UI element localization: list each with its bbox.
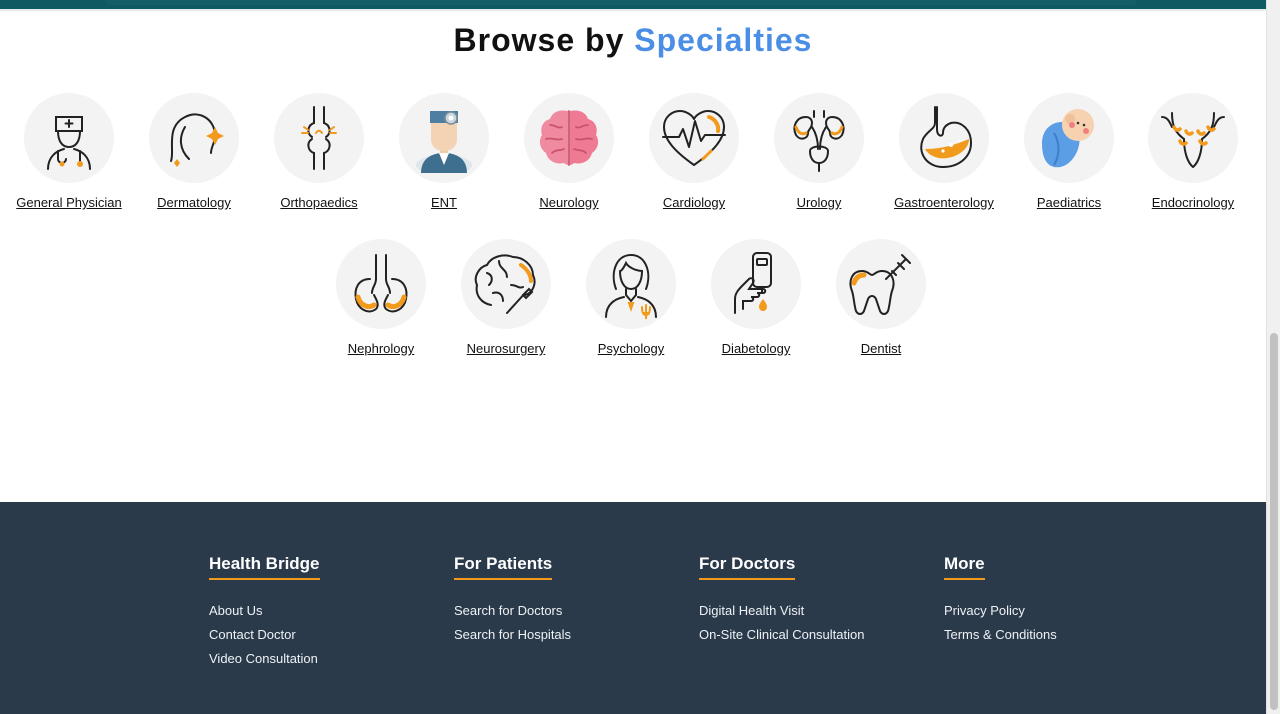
heartbeat-icon — [649, 93, 739, 183]
footer-column-health-bridge: Health Bridge About Us Contact Doctor Vi… — [209, 554, 320, 674]
footer-link-video-consultation[interactable]: Video Consultation — [209, 651, 318, 666]
footer-link-search-doctors[interactable]: Search for Doctors — [454, 603, 562, 618]
footer-link-search-hospitals[interactable]: Search for Hospitals — [454, 627, 571, 642]
footer-column-for-doctors: For Doctors Digital Health Visit On-Site… — [699, 554, 864, 650]
page-scrollbar[interactable] — [1266, 0, 1280, 714]
skin-face-icon — [149, 93, 239, 183]
top-navbar — [0, 0, 1266, 11]
brain-icon — [524, 93, 614, 183]
specialty-endocrinology[interactable]: Endocrinology — [1118, 93, 1268, 210]
stomach-icon — [899, 93, 989, 183]
specialty-dentist[interactable]: Dentist — [806, 239, 956, 356]
footer-column-for-patients: For Patients Search for Doctors Search f… — [454, 554, 571, 650]
footer-column-more: More Privacy Policy Terms & Conditions — [944, 554, 1057, 650]
specialty-label: Endocrinology — [1151, 195, 1235, 210]
footer-link-digital-health-visit[interactable]: Digital Health Visit — [699, 603, 804, 618]
footer-heading: Health Bridge — [209, 554, 320, 580]
psychologist-icon — [586, 239, 676, 329]
doctor-icon — [24, 93, 114, 183]
kidneys-icon — [336, 239, 426, 329]
footer-heading: For Patients — [454, 554, 553, 580]
bone-joint-icon — [274, 93, 364, 183]
scrollbar-thumb[interactable] — [1270, 333, 1278, 710]
section-title-prefix: Browse by — [453, 22, 625, 58]
kidney-bladder-icon — [774, 93, 864, 183]
thyroid-icon — [1148, 93, 1238, 183]
section-title-accent: Specialties — [634, 22, 813, 58]
footer-link-contact-doctor[interactable]: Contact Doctor — [209, 627, 296, 642]
baby-icon — [1024, 93, 1114, 183]
section-title: Browse by Specialties — [0, 22, 1266, 59]
site-footer: Health Bridge About Us Contact Doctor Vi… — [0, 502, 1266, 714]
specialty-label: Dentist — [860, 341, 902, 356]
footer-link-about-us[interactable]: About Us — [209, 603, 262, 618]
ent-doctor-icon — [399, 93, 489, 183]
glucometer-icon — [711, 239, 801, 329]
top-navbar-search-pill[interactable] — [105, 0, 1137, 5]
footer-heading: For Doctors — [699, 554, 796, 580]
footer-heading: More — [944, 554, 985, 580]
tooth-icon — [836, 239, 926, 329]
footer-link-onsite-consultation[interactable]: On-Site Clinical Consultation — [699, 627, 864, 642]
footer-link-privacy-policy[interactable]: Privacy Policy — [944, 603, 1025, 618]
brain-scalpel-icon — [461, 239, 551, 329]
footer-link-terms-conditions[interactable]: Terms & Conditions — [944, 627, 1057, 642]
